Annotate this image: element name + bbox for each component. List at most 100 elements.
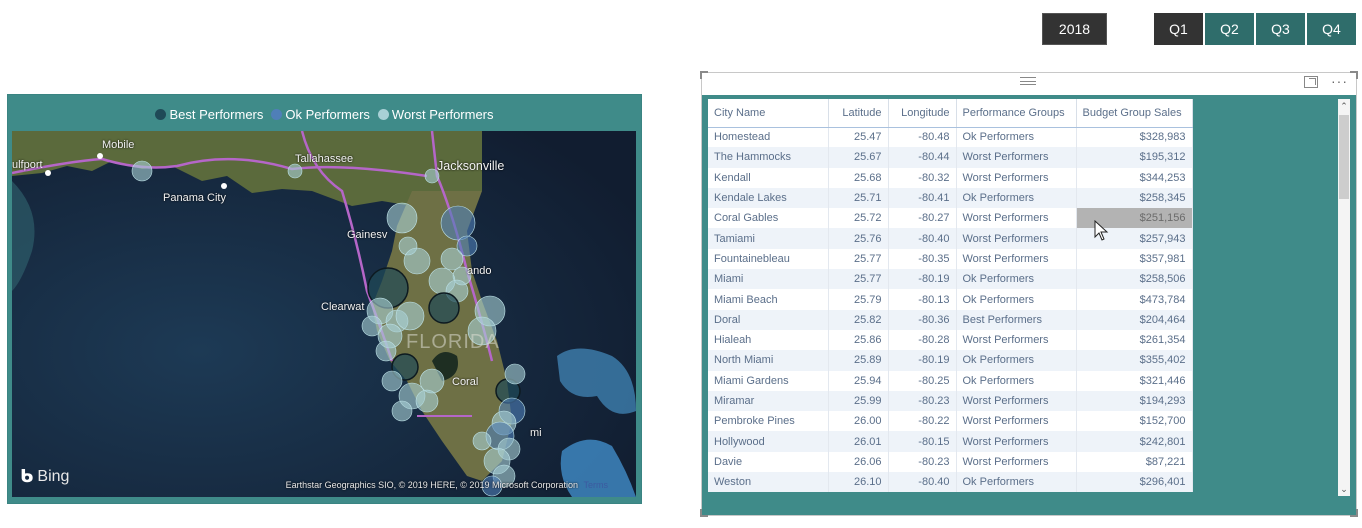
cell-budget-group-sales[interactable]: $357,981 bbox=[1076, 248, 1193, 270]
cell-city-name[interactable]: Fountainebleau bbox=[708, 248, 829, 270]
cell-performance-group[interactable]: Ok Performers bbox=[956, 370, 1077, 391]
cell-performance-group[interactable]: Worst Performers bbox=[956, 167, 1077, 188]
cell-city-name[interactable]: Coral Gables bbox=[708, 208, 829, 229]
table-row[interactable]: Miramar 25.99 -80.23 Worst Performers $194,2… bbox=[708, 390, 1193, 412]
legend-item-ok[interactable]: Ok Performers bbox=[271, 107, 370, 122]
cell-budget-group-sales[interactable]: $296,401 bbox=[1076, 472, 1193, 493]
cell-budget-group-sales[interactable]: $152,700 bbox=[1076, 411, 1193, 432]
cell-performance-group[interactable]: Ok Performers bbox=[956, 472, 1077, 493]
cell-budget-group-sales[interactable]: $473,784 bbox=[1076, 289, 1193, 310]
map-bubble[interactable] bbox=[428, 292, 460, 324]
cell-performance-group[interactable]: Best Performers bbox=[956, 309, 1077, 330]
map-bubble[interactable] bbox=[395, 301, 425, 331]
table-row[interactable]: Miami 25.77 -80.19 Ok Performers $258,506 bbox=[708, 269, 1193, 290]
cell-longitude[interactable]: -80.25 bbox=[888, 370, 957, 391]
cell-latitude[interactable]: 25.77 bbox=[828, 269, 889, 290]
cell-longitude[interactable]: -80.27 bbox=[888, 208, 957, 229]
cell-latitude[interactable]: 25.77 bbox=[828, 248, 889, 270]
map-bubble[interactable] bbox=[440, 205, 476, 241]
cell-longitude[interactable]: -80.28 bbox=[888, 329, 957, 351]
cell-city-name[interactable]: Homestead bbox=[708, 127, 829, 148]
cell-city-name[interactable]: Davie bbox=[708, 451, 829, 473]
focus-mode-icon[interactable] bbox=[1304, 76, 1318, 88]
cell-latitude[interactable]: 25.86 bbox=[828, 329, 889, 351]
cell-performance-group[interactable]: Worst Performers bbox=[956, 248, 1077, 270]
cell-budget-group-sales[interactable]: $194,293 bbox=[1076, 390, 1193, 412]
cell-city-name[interactable]: North Miami bbox=[708, 350, 829, 371]
cell-latitude[interactable]: 25.68 bbox=[828, 167, 889, 188]
column-header-city-name[interactable]: City Name bbox=[708, 99, 829, 128]
cell-longitude[interactable]: -80.19 bbox=[888, 269, 957, 290]
map-canvas[interactable]: ulfport Mobile Tallahassee Jacksonville … bbox=[12, 131, 636, 497]
cell-budget-group-sales[interactable]: $344,253 bbox=[1076, 167, 1193, 188]
cell-longitude[interactable]: -80.48 bbox=[888, 127, 957, 148]
table-row[interactable]: Homestead 25.47 -80.48 Ok Performers $328,98… bbox=[708, 127, 1193, 148]
scroll-up-icon[interactable]: ⌃ bbox=[1338, 99, 1350, 113]
table-row[interactable]: Weston 26.10 -80.40 Ok Performers $296,401 bbox=[708, 472, 1193, 493]
cell-longitude[interactable]: -80.40 bbox=[888, 228, 957, 249]
cell-longitude[interactable]: -80.32 bbox=[888, 167, 957, 188]
legend-item-best[interactable]: Best Performers bbox=[155, 107, 263, 122]
cell-performance-group[interactable]: Worst Performers bbox=[956, 208, 1077, 229]
cell-budget-group-sales[interactable]: $204,464 bbox=[1076, 309, 1193, 330]
cell-latitude[interactable]: 25.89 bbox=[828, 350, 889, 371]
table-row[interactable]: Pembroke Pines 26.00 -80.22 Worst Performer… bbox=[708, 411, 1193, 432]
cell-longitude[interactable]: -80.15 bbox=[888, 431, 957, 452]
cell-performance-group[interactable]: Worst Performers bbox=[956, 390, 1077, 412]
cell-performance-group[interactable]: Worst Performers bbox=[956, 411, 1077, 432]
terms-link[interactable]: Terms bbox=[584, 480, 609, 490]
map-bubble[interactable] bbox=[386, 202, 418, 234]
cell-longitude[interactable]: -80.23 bbox=[888, 451, 957, 473]
cell-longitude[interactable]: -80.22 bbox=[888, 411, 957, 432]
scroll-down-icon[interactable]: ⌄ bbox=[1338, 482, 1350, 496]
cell-city-name[interactable]: Hialeah bbox=[708, 329, 829, 351]
cell-performance-group[interactable]: Worst Performers bbox=[956, 431, 1077, 452]
cell-city-name[interactable]: Doral bbox=[708, 309, 829, 330]
table-row[interactable]: Hialeah 25.86 -80.28 Worst Performers $261,3… bbox=[708, 329, 1193, 351]
quarter-button-q3[interactable]: Q3 bbox=[1256, 13, 1305, 45]
cell-budget-group-sales[interactable]: $195,312 bbox=[1076, 147, 1193, 168]
scroll-thumb[interactable] bbox=[1339, 115, 1349, 199]
cell-performance-group[interactable]: Ok Performers bbox=[956, 187, 1077, 209]
cell-longitude[interactable]: -80.35 bbox=[888, 248, 957, 270]
table-row[interactable]: The Hammocks 25.67 -80.44 Worst Performers $… bbox=[708, 147, 1193, 168]
table-scrollbar[interactable]: ⌃ ⌄ bbox=[1338, 99, 1350, 496]
quarter-button-q2[interactable]: Q2 bbox=[1205, 13, 1254, 45]
cell-longitude[interactable]: -80.40 bbox=[888, 472, 957, 493]
cell-budget-group-sales[interactable]: $258,506 bbox=[1076, 269, 1193, 290]
cell-performance-group[interactable]: Ok Performers bbox=[956, 289, 1077, 310]
cell-city-name[interactable]: Tamiami bbox=[708, 228, 829, 249]
cell-performance-group[interactable]: Ok Performers bbox=[956, 269, 1077, 290]
cell-latitude[interactable]: 25.71 bbox=[828, 187, 889, 209]
cell-latitude[interactable]: 25.79 bbox=[828, 289, 889, 310]
table-row[interactable]: Miami Gardens 25.94 -80.25 Ok Performers $32… bbox=[708, 370, 1193, 391]
map-bubble[interactable] bbox=[287, 163, 303, 179]
cell-city-name[interactable]: Hollywood bbox=[708, 431, 829, 452]
cell-longitude[interactable]: -80.23 bbox=[888, 390, 957, 412]
map-bubble[interactable] bbox=[419, 368, 445, 394]
cell-performance-group[interactable]: Worst Performers bbox=[956, 451, 1077, 473]
cell-longitude[interactable]: -80.44 bbox=[888, 147, 957, 168]
cell-longitude[interactable]: -80.19 bbox=[888, 350, 957, 371]
map-bubble[interactable] bbox=[440, 247, 464, 271]
table-visual[interactable]: ··· City Name Latitude Longitude Perform… bbox=[700, 71, 1358, 517]
cell-performance-group[interactable]: Ok Performers bbox=[956, 127, 1077, 148]
table-row[interactable]: Tamiami 25.76 -80.40 Worst Performers $257,9… bbox=[708, 228, 1193, 249]
cell-longitude[interactable]: -80.13 bbox=[888, 289, 957, 310]
cell-latitude[interactable]: 25.47 bbox=[828, 127, 889, 148]
cell-latitude[interactable]: 25.67 bbox=[828, 147, 889, 168]
cell-performance-group[interactable]: Worst Performers bbox=[956, 329, 1077, 351]
cell-latitude[interactable]: 25.82 bbox=[828, 309, 889, 330]
table-row[interactable]: Coral Gables 25.72 -80.27 Worst Performers $… bbox=[708, 208, 1193, 229]
map-bubble[interactable] bbox=[131, 160, 153, 182]
map-bubble[interactable] bbox=[472, 431, 492, 451]
cell-budget-group-sales[interactable]: $355,402 bbox=[1076, 350, 1193, 371]
table-row[interactable]: Kendall 25.68 -80.32 Worst Performers $344,2… bbox=[708, 167, 1193, 188]
cell-latitude[interactable]: 26.10 bbox=[828, 472, 889, 493]
map-bubble[interactable] bbox=[403, 247, 431, 275]
cell-latitude[interactable]: 26.00 bbox=[828, 411, 889, 432]
map-bubble[interactable] bbox=[381, 370, 403, 392]
cell-city-name[interactable]: Kendall bbox=[708, 167, 829, 188]
cell-performance-group[interactable]: Ok Performers bbox=[956, 350, 1077, 371]
cell-budget-group-sales[interactable]: $321,446 bbox=[1076, 370, 1193, 391]
